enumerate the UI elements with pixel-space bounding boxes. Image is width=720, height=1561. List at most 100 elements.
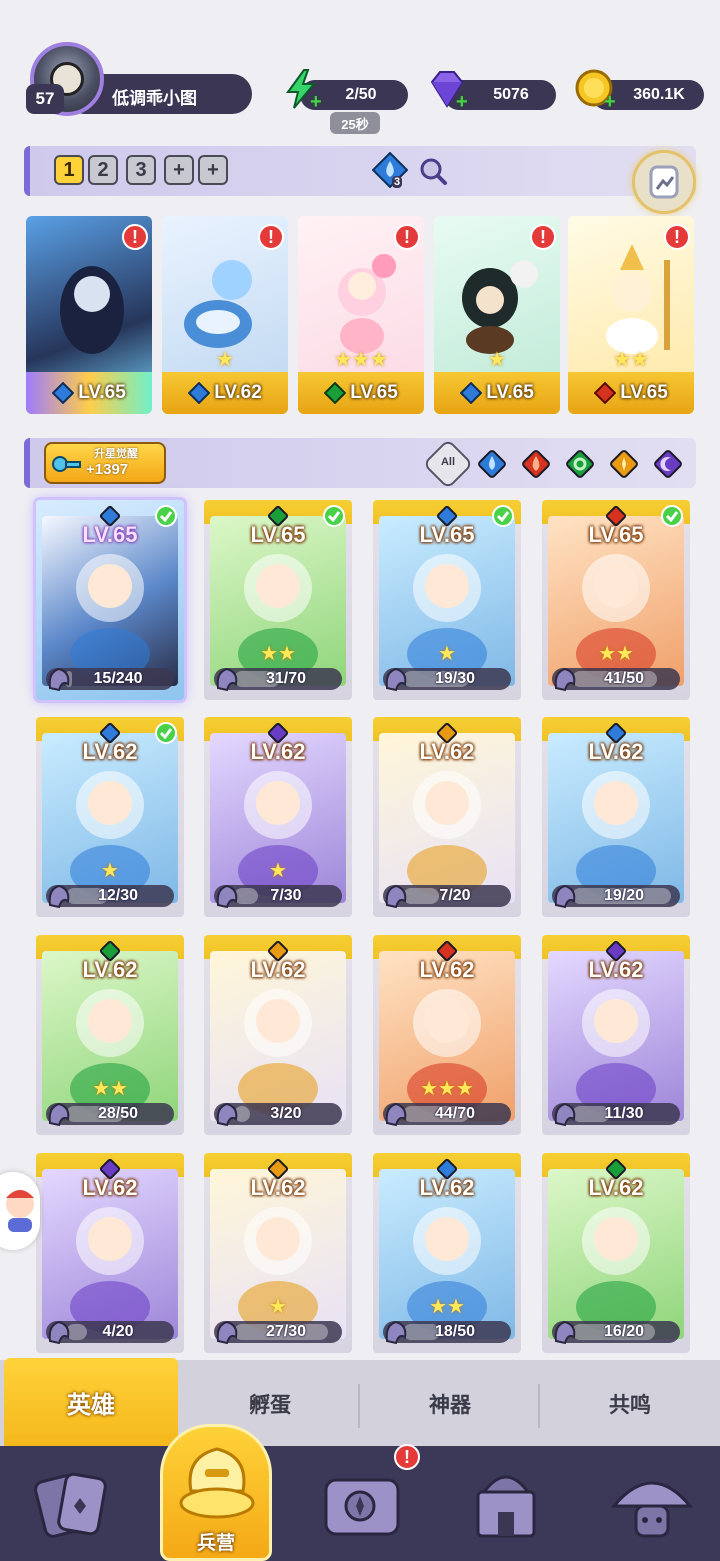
energy-plus-icon[interactable]: + (310, 92, 326, 112)
castle-nav-icon[interactable] (456, 1456, 556, 1556)
hero-level: LV.62 (250, 739, 306, 764)
fire-element-icon (594, 382, 617, 404)
hero-card[interactable]: LV.65 ★★ 31/70 (204, 500, 352, 700)
level-text: LV.65 (78, 382, 126, 403)
hero-card[interactable]: LV.65 ★ 19/30 (373, 500, 521, 700)
filter-fire-icon[interactable] (518, 446, 554, 482)
tab-hero[interactable]: 英雄 (4, 1358, 178, 1446)
hero-card[interactable]: LV.62 ★★ 28/50 (36, 935, 184, 1135)
hero-level: LV.62 (250, 957, 306, 982)
hero-level: LV.62 (82, 739, 138, 764)
energy-timer: 25秒 (330, 112, 380, 134)
shard-progress-text: 41/50 (603, 670, 645, 687)
shard-progress-bar: 16/20 (552, 1320, 680, 1345)
mushroom-nav-icon[interactable] (602, 1456, 702, 1556)
hero-card[interactable]: LV.62 ★★★ 44/70 (373, 935, 521, 1135)
star-rating: ★ (488, 349, 506, 371)
hero-portrait (606, 244, 670, 354)
filter-nature-icon[interactable] (562, 446, 598, 482)
team-card-level: LV.65 (26, 372, 152, 414)
shard-progress-text: 4/20 (102, 1323, 134, 1340)
hero-level: LV.62 (82, 957, 138, 982)
gem-plus-icon[interactable]: + (456, 92, 472, 112)
water-element-icon (371, 151, 409, 189)
team-card-5[interactable]: ! ★★ LV.65 (568, 216, 694, 414)
hero-card[interactable]: LV.62 19/20 (542, 717, 690, 917)
hero-card[interactable]: LV.62 7/20 (373, 717, 521, 917)
hero-level: LV.62 (588, 1175, 644, 1200)
shard-progress-bar: 27/30 (214, 1320, 342, 1345)
hero-card[interactable]: LV.62 ★ 27/30 (204, 1153, 352, 1353)
star-rating: ★ (269, 860, 287, 882)
chat-avatar-button[interactable] (0, 1172, 40, 1250)
team-card-2[interactable]: ! ★ LV.62 (162, 216, 288, 414)
filter-all-label: All (440, 456, 456, 468)
hero-card[interactable]: LV.65 ★★ 41/50 (542, 500, 690, 700)
team-tab-3[interactable]: 3 (126, 155, 156, 185)
star-rating: ★★ (598, 643, 634, 665)
player-name: 低调乖小图 (112, 89, 197, 109)
hero-card[interactable]: LV.62 4/20 (36, 1153, 184, 1353)
cards-nav-icon[interactable] (22, 1456, 122, 1556)
shard-progress-text: 11/30 (604, 1105, 644, 1122)
hero-level: LV.65 (250, 522, 306, 547)
map-nav-icon[interactable] (312, 1456, 412, 1556)
team-tab-2[interactable]: 2 (88, 155, 118, 185)
shard-progress-text: 3/20 (270, 1105, 302, 1122)
filter-light-icon[interactable] (606, 446, 642, 482)
hero-level: LV.62 (419, 739, 475, 764)
hero-card[interactable]: LV.65 15/240 (36, 500, 184, 700)
tab-artifact[interactable]: 神器 (360, 1382, 540, 1426)
gem-value: 5076 (493, 86, 529, 103)
alert-badge: ! (122, 224, 148, 250)
hero-card[interactable]: LV.62 ★★ 18/50 (373, 1153, 521, 1353)
search-icon[interactable] (418, 156, 448, 186)
shard-progress-bar: 11/30 (552, 1102, 680, 1127)
shard-progress-bar: 18/50 (383, 1320, 511, 1345)
star-rating: ★★ (260, 643, 296, 665)
shard-progress-text: 28/50 (97, 1105, 139, 1122)
team-card-3[interactable]: ! ★★★ LV.65 (298, 216, 424, 414)
shard-progress-text: 27/30 (265, 1323, 307, 1340)
water-element-icon (52, 382, 75, 404)
shard-progress-text: 18/50 (434, 1323, 476, 1340)
hero-card[interactable]: LV.62 3/20 (204, 935, 352, 1135)
gold-value: 360.1K (633, 86, 685, 103)
chat-avatar-icon (6, 1190, 34, 1232)
team-card-4[interactable]: ! ★ LV.65 (434, 216, 560, 414)
team-add-button-1[interactable]: + (164, 155, 194, 185)
hero-card[interactable]: LV.62 16/20 (542, 1153, 690, 1353)
formation-switch-button[interactable] (632, 150, 696, 214)
level-text: LV.65 (350, 382, 398, 403)
gold-coin-icon[interactable]: + (572, 66, 618, 112)
gem-icon[interactable]: + (424, 66, 470, 112)
star-rating: ★★★ (420, 1078, 474, 1100)
shard-progress-text: 12/30 (97, 887, 139, 904)
team-selector-bar (24, 146, 696, 196)
hero-card[interactable]: LV.62 ★ 7/30 (204, 717, 352, 917)
tab-resonance[interactable]: 共鸣 (540, 1382, 720, 1426)
team-add-button-2[interactable]: + (198, 155, 228, 185)
hero-card[interactable]: LV.62 11/30 (542, 935, 690, 1135)
star-rating: ★★ (429, 1296, 465, 1318)
hero-level: LV.65 (82, 522, 138, 547)
gold-plus-icon[interactable]: + (604, 92, 620, 112)
filter-water-icon[interactable] (474, 446, 510, 482)
hero-level: LV.62 (250, 1175, 306, 1200)
tab-hatch[interactable]: 孵蛋 (180, 1382, 360, 1426)
hero-card[interactable]: LV.62 ★ 12/30 (36, 717, 184, 917)
team-card-1[interactable]: ! LV.65 (26, 216, 152, 414)
hero-portrait (184, 260, 252, 348)
team-tab-1[interactable]: 1 (54, 155, 84, 185)
shard-progress-bar: 19/30 (383, 667, 511, 692)
shard-progress-bar: 7/30 (214, 884, 342, 909)
shard-progress-bar: 4/20 (46, 1320, 174, 1345)
star-rating: ★★ (92, 1078, 128, 1100)
energy-bolt-icon[interactable]: + (278, 66, 324, 112)
hero-level: LV.62 (82, 1175, 138, 1200)
star-rating: ★ (269, 1296, 287, 1318)
filter-dark-icon[interactable] (650, 446, 686, 482)
shard-progress-bar: 28/50 (46, 1102, 174, 1127)
level-text: LV.65 (486, 382, 534, 403)
hero-level: LV.62 (588, 957, 644, 982)
